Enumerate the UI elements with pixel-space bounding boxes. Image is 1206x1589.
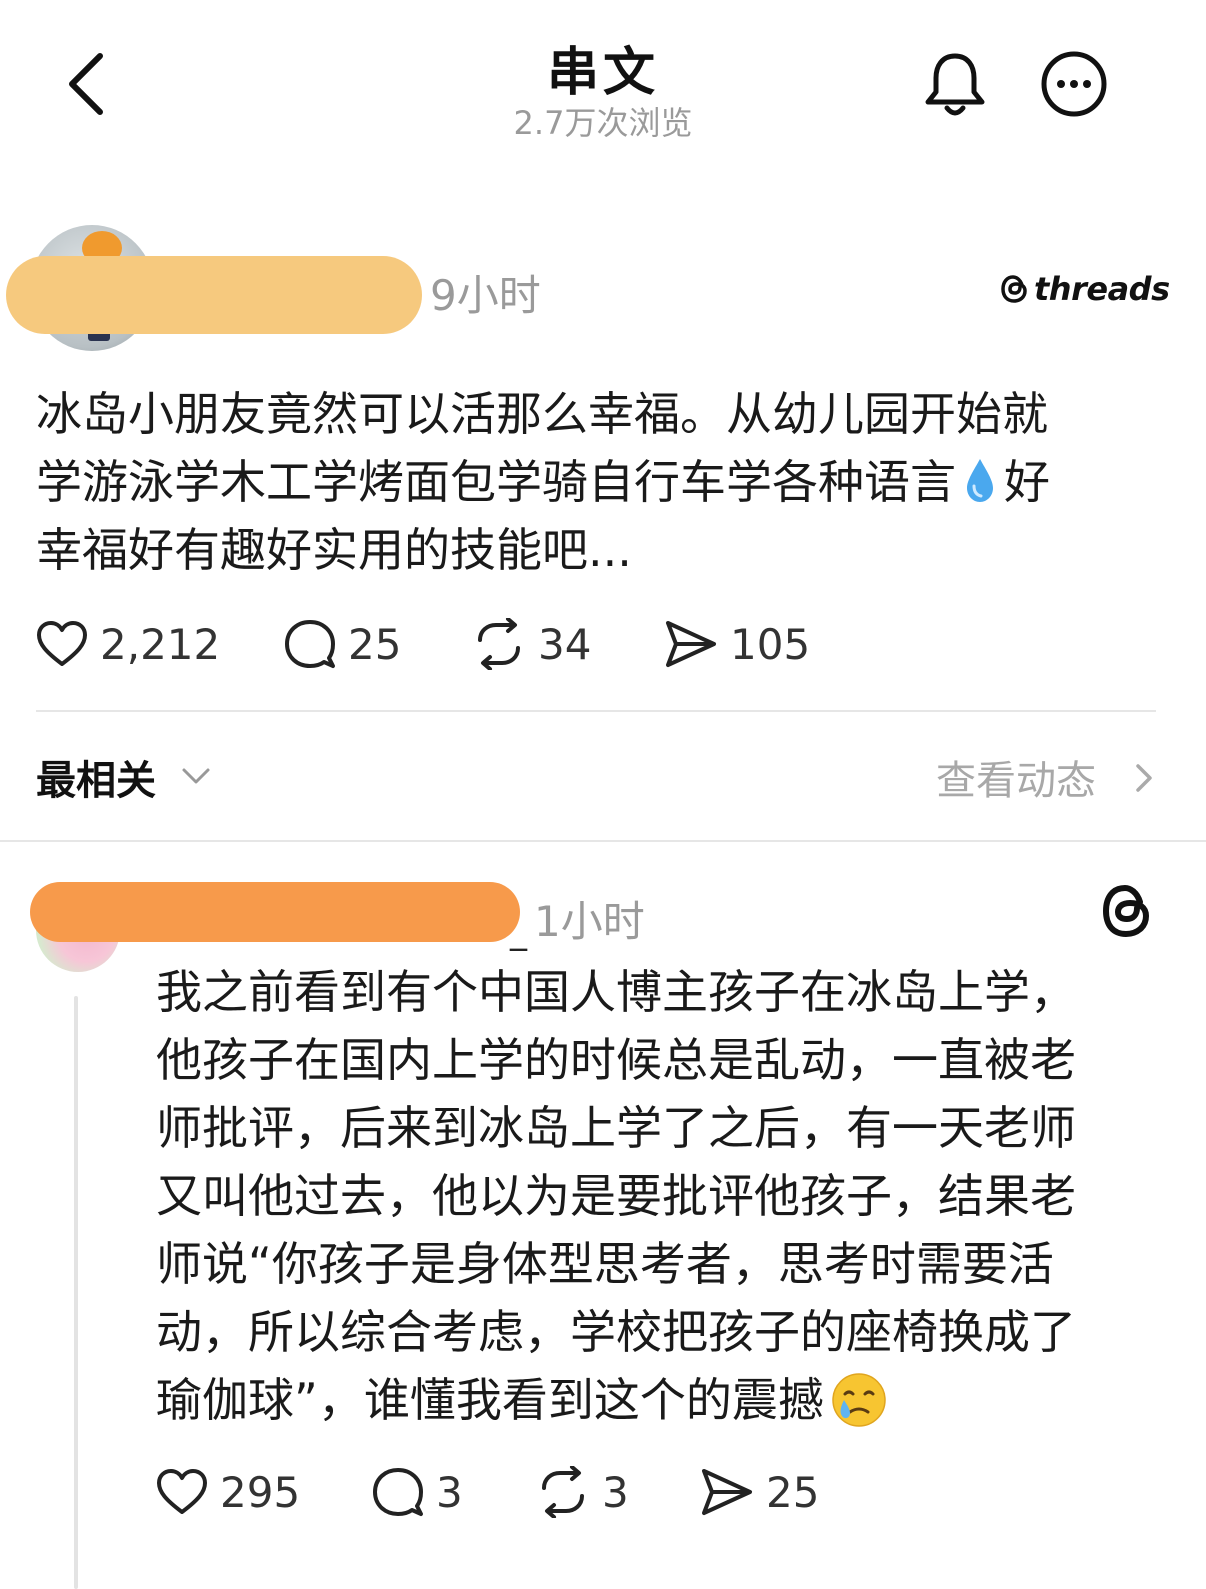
more-icon (1041, 51, 1107, 117)
reply-text-segment: 瑜伽球”，谁懂我看到这个的震撼 (156, 1373, 824, 1427)
reply-text-line: 又叫他过去，他以为是要批评他孩子，结果老 (156, 1169, 1076, 1223)
repost-icon (542, 1466, 584, 1518)
reply-text-line: 我之前看到有个中国人博主孩子在冰岛上学， (156, 965, 1076, 1019)
reply-text-line: 他孩子在国内上学的时候总是乱动，一直被老 (156, 1033, 1076, 1087)
reply-count: 25 (348, 619, 402, 669)
sort-selector[interactable]: 最相关 (36, 748, 156, 806)
like-button[interactable]: 2,212 (36, 614, 220, 674)
reply-count: 3 (436, 1467, 463, 1517)
view-count: 2.7万次浏览 (513, 104, 693, 142)
post-text: 冰岛小朋友竟然可以活那么幸福。从幼儿园开始就 学游泳学木工学烤面包学骑自行车学各… (36, 380, 1176, 584)
crying-face-emoji-icon (832, 1373, 886, 1427)
page-title: 串文 (546, 43, 659, 103)
reply-text-line: 师批评，后来到冰岛上学了之后，有一天老师 (156, 1101, 1076, 1155)
reply-button[interactable]: 25 (284, 614, 401, 674)
repost-count: 34 (538, 619, 592, 669)
more-options-button[interactable] (1040, 50, 1108, 118)
share-button[interactable]: 25 (700, 1462, 819, 1522)
reply-time: 1小时 (534, 897, 645, 946)
notification-button[interactable] (922, 50, 988, 120)
redacted-username (6, 256, 422, 334)
like-count: 295 (220, 1467, 301, 1517)
post-text-line: 学游泳学木工学烤面包学骑自行车学各种语言好 (36, 448, 1176, 516)
reply-button[interactable]: 3 (372, 1462, 463, 1522)
redacted-username (30, 882, 520, 942)
chevron-right-icon[interactable] (1128, 758, 1158, 798)
reply-text-line: 师说“你孩子是身体型思考者，思考时需要活 (156, 1237, 1054, 1291)
username-fragment: _ (510, 912, 527, 952)
droplet-emoji-icon (967, 459, 993, 502)
post-text-line: 冰岛小朋友竟然可以活那么幸福。从幼儿园开始就 (36, 387, 1048, 441)
view-activity-link[interactable]: 查看动态 (936, 748, 1096, 806)
heart-icon (157, 1469, 207, 1514)
reply-text-line: 瑜伽球”，谁懂我看到这个的震撼 (156, 1366, 1166, 1434)
threads-wordmark: threads (1034, 270, 1170, 308)
repost-button[interactable]: 3 (536, 1462, 629, 1522)
post-text-line: 幸福好有趣好实用的技能吧... (36, 523, 632, 577)
comment-icon (373, 1468, 423, 1516)
send-icon (666, 621, 716, 667)
post-time: 9小时 (430, 271, 541, 320)
reply-text-line: 动，所以综合考虑，学校把孩子的座椅换成了 (156, 1305, 1076, 1359)
threads-icon (1102, 884, 1150, 938)
repost-icon (478, 618, 520, 670)
heart-icon (37, 621, 87, 666)
send-icon (702, 1469, 752, 1515)
divider (0, 840, 1206, 842)
repost-count: 3 (602, 1467, 629, 1517)
thread-line (74, 996, 78, 1589)
post-text-segment: 好 (1004, 455, 1050, 509)
chevron-down-icon[interactable] (178, 758, 214, 794)
threads-icon (1001, 275, 1027, 303)
repost-button[interactable]: 34 (472, 614, 591, 674)
reply-text: 我之前看到有个中国人博主孩子在冰岛上学， 他孩子在国内上学的时候总是乱动，一直被… (156, 958, 1166, 1434)
like-button[interactable]: 295 (156, 1462, 300, 1522)
share-count: 25 (766, 1467, 820, 1517)
like-count: 2,212 (100, 619, 221, 669)
share-button[interactable]: 105 (664, 614, 810, 674)
post-text-segment: 学游泳学木工学烤面包学骑自行车学各种语言 (36, 455, 956, 509)
share-count: 105 (730, 619, 811, 669)
threads-logo: threads (1000, 266, 1170, 312)
bell-icon (925, 53, 985, 116)
divider (36, 710, 1156, 712)
comment-icon (285, 620, 335, 668)
